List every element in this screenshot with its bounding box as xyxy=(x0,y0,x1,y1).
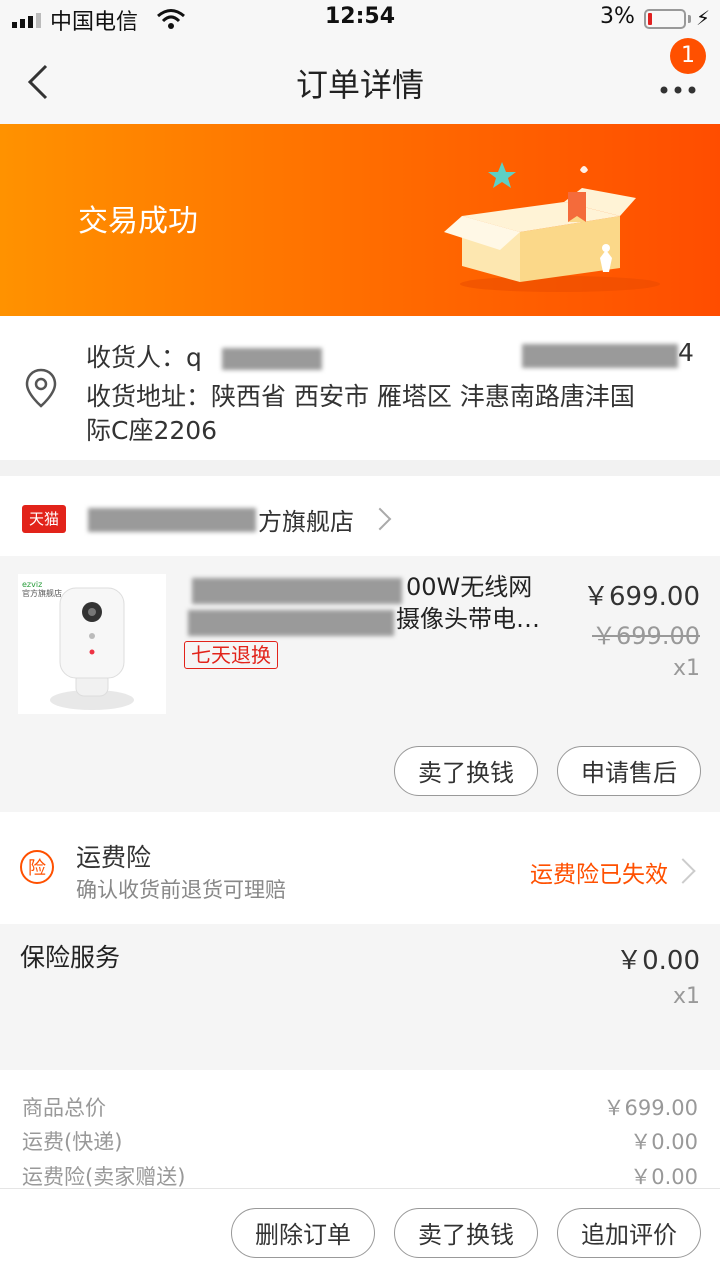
summary-label: 运费(快递) xyxy=(22,1130,123,1154)
parcel-box-illustration xyxy=(444,162,660,292)
insurance-icon: 险 xyxy=(20,850,54,884)
recipient-name: q xyxy=(186,343,202,372)
address-line-1: 收货地址：陕西省 西安市 雁塔区 沣惠南路唐沣国 xyxy=(86,377,635,413)
phone-tail: 4 xyxy=(678,338,694,367)
insurance-service-quantity: x1 xyxy=(672,984,700,1009)
delete-order-button[interactable]: 删除订单 xyxy=(231,1208,375,1258)
recipient-line: 收货人：q xyxy=(86,338,202,374)
summary-value: ￥0.00 xyxy=(630,1130,698,1154)
redacted-phone xyxy=(522,344,678,368)
freight-insurance-title: 运费险 xyxy=(76,843,152,872)
redacted-title-1 xyxy=(192,578,402,604)
apply-after-sale-button[interactable]: 申请售后 xyxy=(557,746,701,796)
address-label: 收货地址： xyxy=(86,382,212,411)
order-status-text: 交易成功 xyxy=(78,204,198,239)
battery-level xyxy=(648,13,652,25)
sell-for-cash-button[interactable]: 卖了换钱 xyxy=(394,1208,538,1258)
freight-insurance-subtitle: 确认收货前退货可理赔 xyxy=(76,878,286,902)
redacted-shop-name xyxy=(88,508,256,532)
product-image[interactable]: ezviz 官方旗舰店 xyxy=(18,574,166,714)
recipient-label: 收货人： xyxy=(86,343,187,372)
summary-label: 商品总价 xyxy=(22,1096,106,1120)
insurance-service-price: ￥0.00 xyxy=(616,946,700,976)
notification-badge: 1 xyxy=(670,38,706,74)
page-title: 订单详情 xyxy=(295,66,424,104)
seven-day-return-tag: 七天退换 xyxy=(184,641,278,669)
product-original-price: ￥699.00 xyxy=(592,622,700,650)
charging-icon: ⚡ xyxy=(696,6,711,30)
battery-tip xyxy=(688,15,691,23)
insurance-service-title: 保险服务 xyxy=(20,943,121,972)
battery-percent: 3% xyxy=(600,4,635,29)
summary-label: 运费险(卖家赠送) xyxy=(22,1165,186,1189)
sell-for-cash-button[interactable]: 卖了换钱 xyxy=(394,746,538,796)
freight-insurance-status[interactable]: 运费险已失效 xyxy=(530,855,668,889)
redacted-title-2 xyxy=(188,610,394,636)
summary-value: ￥699.00 xyxy=(603,1096,698,1120)
redacted-recipient-name xyxy=(222,348,322,370)
location-pin-icon xyxy=(25,368,57,408)
camera-illustration xyxy=(50,587,134,710)
address-text-1: 陕西省 西安市 雁塔区 沣惠南路唐沣国 xyxy=(211,382,635,411)
battery-icon xyxy=(644,9,686,29)
address-line-2: 际C座2206 xyxy=(86,416,218,445)
add-review-button[interactable]: 追加评价 xyxy=(557,1208,701,1258)
product-quantity: x1 xyxy=(672,656,700,681)
summary-value: ￥0.00 xyxy=(630,1165,698,1189)
shop-name[interactable]: 方旗舰店 xyxy=(258,502,354,537)
product-price: ￥699.00 xyxy=(583,582,700,612)
tmall-logo: 天猫 xyxy=(22,505,66,533)
